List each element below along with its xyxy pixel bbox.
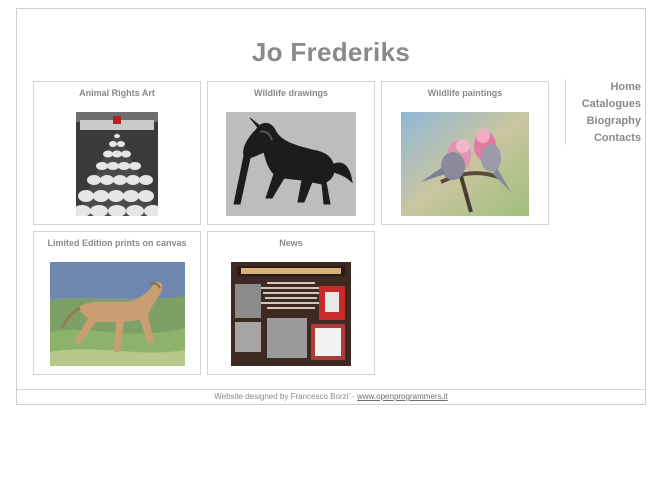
horse-drawing-thumbnail[interactable] xyxy=(226,112,356,216)
gallery-card-wildlife-drawings[interactable]: Wildlife drawings xyxy=(207,81,375,225)
site-title[interactable]: Jo Frederiks xyxy=(17,37,645,68)
gallery-card-limited-edition[interactable]: Limited Edition prints on canvas xyxy=(33,231,201,375)
gallery-card-wildlife-paintings[interactable]: Wildlife paintings xyxy=(381,81,549,225)
horse-painting-thumbnail[interactable] xyxy=(50,262,185,366)
card-title[interactable]: Limited Edition prints on canvas xyxy=(34,238,200,248)
protest-art-thumbnail[interactable] xyxy=(76,112,158,216)
nav-link-contacts[interactable]: Contacts xyxy=(566,130,641,147)
card-title[interactable]: News xyxy=(208,238,374,248)
page-frame: Jo Frederiks Animal Rights Art Wildlife … xyxy=(16,8,646,405)
nav-link-home[interactable]: Home xyxy=(566,79,641,96)
card-title[interactable]: Wildlife drawings xyxy=(208,88,374,98)
footer: Website designed by Francesco Borzi' - w… xyxy=(17,392,645,401)
main-nav: Home Catalogues Biography Contacts xyxy=(565,79,641,145)
gallery-card-animal-rights[interactable]: Animal Rights Art xyxy=(33,81,201,225)
gallery-card-news[interactable]: News xyxy=(207,231,375,375)
footer-credit: Website designed by Francesco Borzi' - xyxy=(214,392,358,401)
card-title[interactable]: Wildlife paintings xyxy=(382,88,548,98)
footer-link[interactable]: www.openprogrammers.it xyxy=(357,392,448,401)
nav-link-catalogues[interactable]: Catalogues xyxy=(566,96,641,113)
footer-divider xyxy=(17,389,645,390)
nav-link-biography[interactable]: Biography xyxy=(566,113,641,130)
parrots-painting-thumbnail[interactable] xyxy=(401,112,529,216)
news-poster-thumbnail[interactable] xyxy=(231,262,351,366)
card-title[interactable]: Animal Rights Art xyxy=(34,88,200,98)
